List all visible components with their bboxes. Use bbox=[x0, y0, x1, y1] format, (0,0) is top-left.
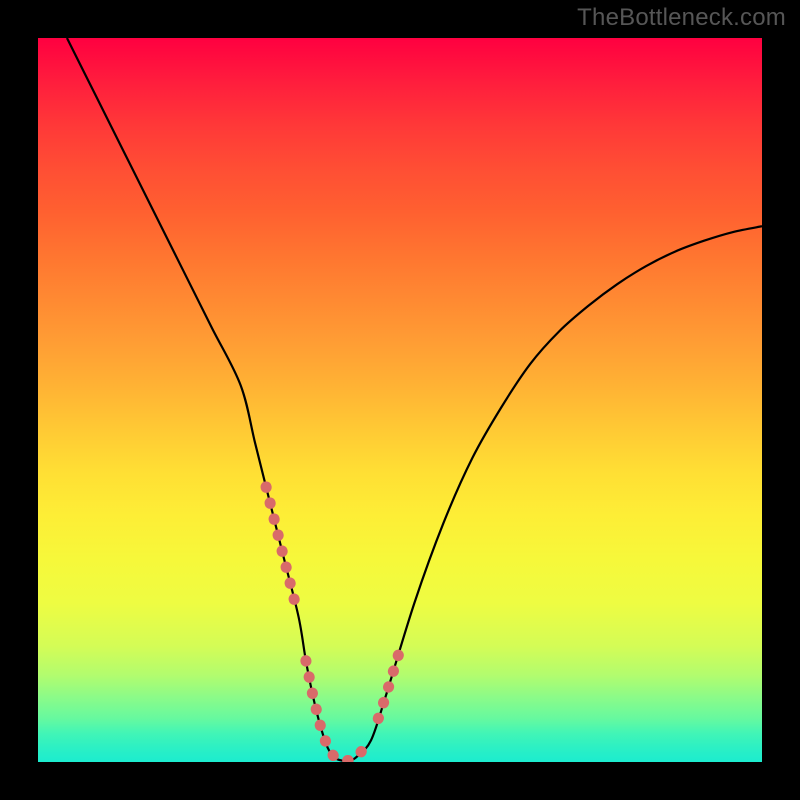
bottleneck-curve bbox=[67, 38, 762, 761]
watermark-text: TheBottleneck.com bbox=[577, 4, 786, 32]
highlight-valley-floor bbox=[306, 661, 364, 761]
curve-overlay bbox=[38, 38, 762, 762]
chart-container: TheBottleneck.com bbox=[0, 0, 800, 800]
plot-area bbox=[38, 38, 762, 762]
